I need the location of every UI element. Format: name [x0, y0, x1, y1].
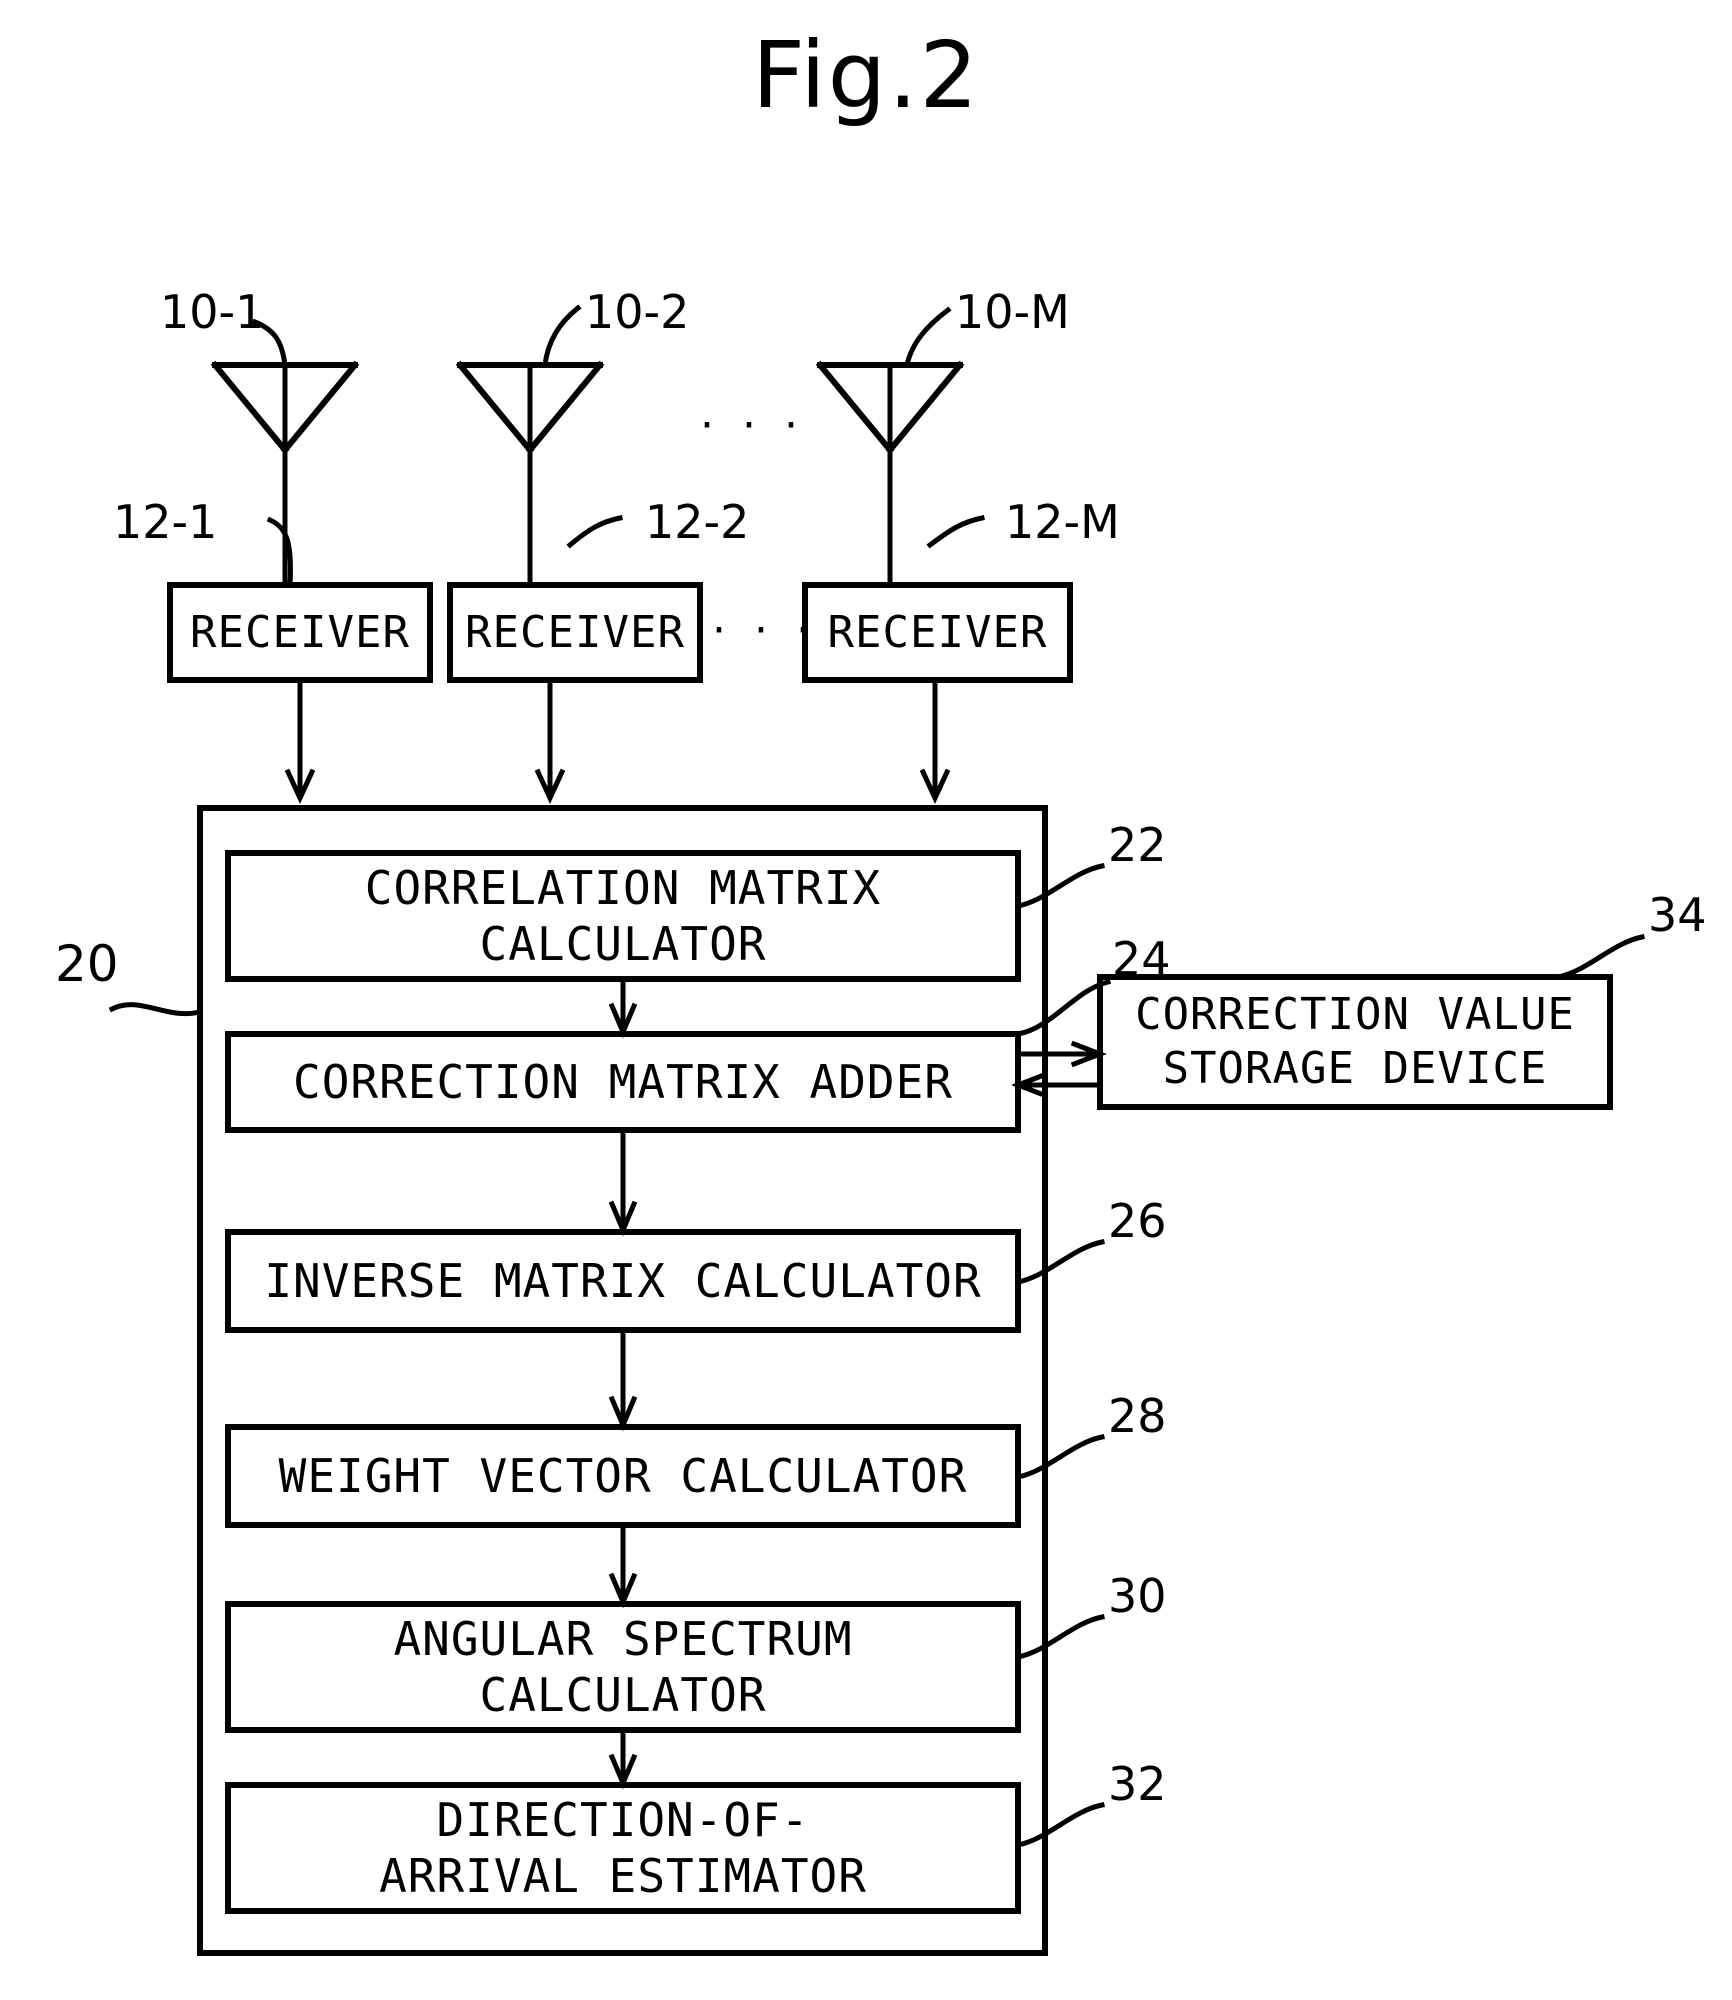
leader-34 [1555, 934, 1645, 980]
flow-arrows [608, 976, 638, 1790]
adder-storage-link [1011, 1040, 1107, 1099]
leader-26 [1015, 1239, 1105, 1285]
block-ref-32: 32 [1108, 1757, 1167, 1811]
block-26-rect [225, 1229, 1021, 1333]
receiver-ref-2: 12-2 [645, 495, 750, 549]
block-30-rect [225, 1601, 1021, 1733]
leader-32 [1015, 1802, 1105, 1848]
receiver-ref-1: 12-1 [113, 495, 218, 549]
block-ref-30: 30 [1108, 1569, 1167, 1623]
receiver-box-2 [447, 582, 703, 683]
antenna-symbol-1 [210, 318, 360, 583]
block-32-rect [225, 1782, 1021, 1914]
leader-24 [1015, 978, 1112, 1037]
block-ref-26: 26 [1108, 1194, 1167, 1248]
patent-figure-page: Fig.2 10-1 10-2 10-M · · · 12-1 12-2 12-… [0, 0, 1732, 2000]
leader-28 [1015, 1434, 1105, 1480]
antenna-label-2: 10-2 [585, 285, 690, 339]
block-ref-22: 22 [1108, 818, 1167, 872]
system-ref-20: 20 [55, 935, 119, 993]
block-28-rect [225, 1424, 1021, 1528]
receiver-ref-M: 12-M [1005, 495, 1120, 549]
leader-30 [1015, 1614, 1105, 1660]
storage-ref-34: 34 [1648, 888, 1707, 942]
antenna-label-1: 10-1 [160, 285, 265, 339]
leader-22 [1015, 863, 1105, 909]
storage-box-34-rect [1097, 974, 1613, 1110]
block-ref-24: 24 [1112, 932, 1171, 986]
block-ref-28: 28 [1108, 1389, 1167, 1443]
receiver-box-M [802, 582, 1073, 683]
antenna-label-M: 10-M [955, 285, 1070, 339]
leader-20 [108, 1002, 203, 1017]
antenna-ellipsis: · · · [700, 400, 805, 451]
leader-12-2 [566, 515, 623, 549]
block-24-rect [225, 1031, 1021, 1133]
block-22-rect [225, 850, 1021, 982]
receiver-to-correlation-arrows [284, 677, 951, 804]
receiver-ellipsis: · · · [712, 605, 817, 656]
leader-12-M [926, 515, 985, 549]
receiver-box-1 [167, 582, 433, 683]
